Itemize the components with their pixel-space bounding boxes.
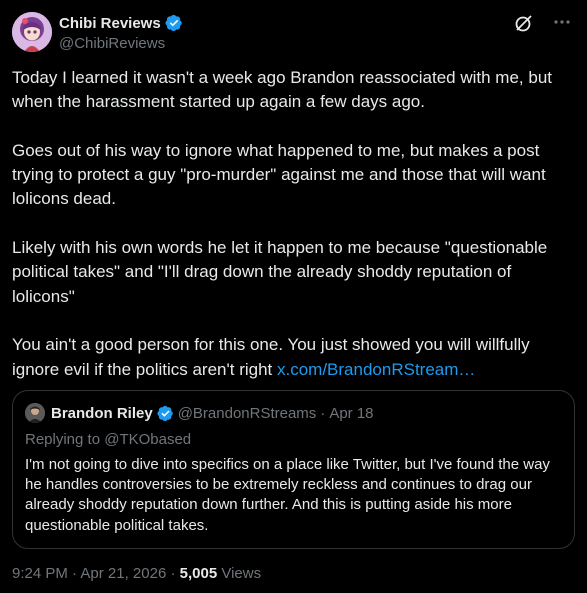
more-options-icon[interactable] [551, 12, 573, 34]
verified-badge-icon[interactable] [165, 14, 183, 32]
quote-date: Apr 18 [329, 404, 374, 422]
quote-text: I'm not going to dive into specifics on … [25, 456, 550, 534]
tweet-header: Chibi Reviews @ChibiReviews [12, 12, 575, 56]
tweet-paragraph: Today I learned it wasn't a week ago Bra… [12, 68, 552, 112]
quote-header: Brandon Riley @BrandonRStreams · Apr 18 [25, 403, 562, 423]
tweet-text: Today I learned it wasn't a week ago Bra… [12, 66, 575, 382]
quote-replying-to: Replying to @TKObased [25, 431, 192, 448]
meta-separator: · [170, 565, 176, 582]
views-count: 5,005 [179, 565, 218, 582]
author-avatar[interactable] [12, 12, 52, 52]
tweet-link[interactable]: x.com/BrandonRStream… [277, 360, 475, 379]
tweet-paragraph: Goes out of his way to ignore what happe… [12, 140, 546, 209]
quote-author-handle: @BrandonRStreams [177, 404, 317, 422]
grok-icon[interactable] [513, 12, 535, 34]
quoted-tweet[interactable]: Brandon Riley @BrandonRStreams · Apr 18 … [12, 390, 575, 549]
quote-author-avatar [25, 403, 45, 423]
tweet: Chibi Reviews @ChibiReviews Today I lear… [0, 0, 587, 593]
tweet-meta: 9:24 PM · Apr 21, 2026 · 5,005 Views [12, 565, 261, 582]
tweet-date[interactable]: Apr 21, 2026 [80, 565, 166, 582]
author-names: Chibi Reviews @ChibiReviews [59, 13, 183, 52]
author-display-name[interactable]: Chibi Reviews [59, 15, 161, 32]
quote-verified-badge-icon [157, 405, 174, 422]
views-label: Views [221, 565, 262, 582]
tweet-time[interactable]: 9:24 PM [12, 565, 68, 582]
quote-author-name: Brandon Riley [51, 404, 153, 422]
author-handle[interactable]: @ChibiReviews [59, 35, 183, 52]
tweet-paragraph-last: You ain't a good person for this one. Yo… [12, 333, 575, 382]
display-name-row: Chibi Reviews [59, 13, 183, 33]
meta-separator: · [72, 565, 78, 582]
quote-separator: · [320, 404, 326, 422]
tweet-paragraph: Likely with his own words he let it happ… [12, 238, 548, 306]
